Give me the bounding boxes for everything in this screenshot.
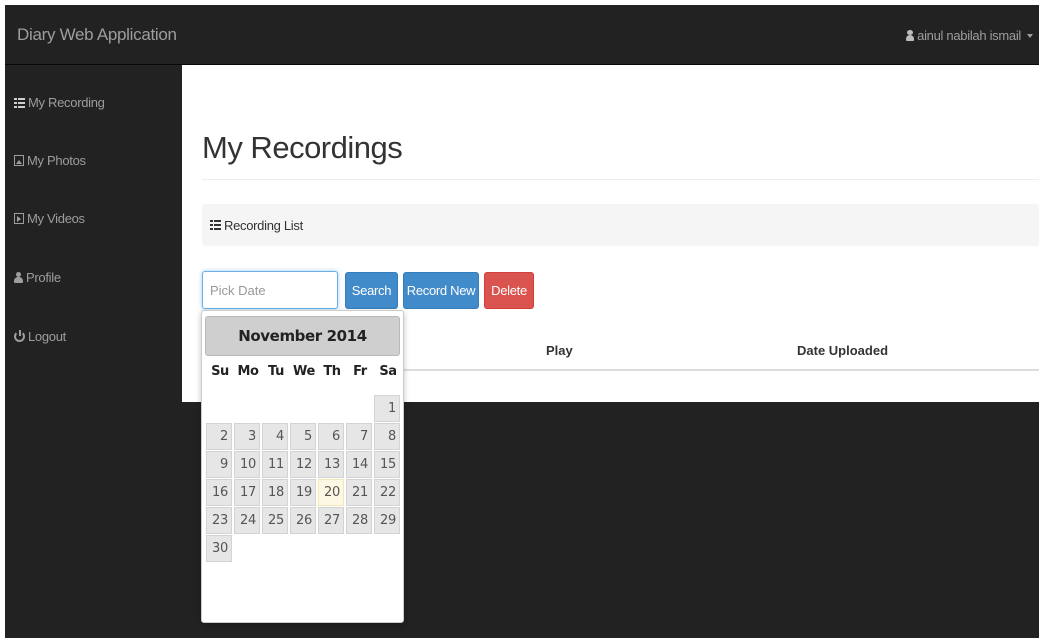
user-name: ainul nabilah ismail <box>917 28 1021 43</box>
top-navbar: Diary Web Application ainul nabilah isma… <box>5 5 1039 65</box>
film-icon <box>14 213 24 224</box>
weekday-header: Fr <box>353 364 367 379</box>
sidebar-item-label: Profile <box>26 270 61 285</box>
weekday-header: Mo <box>237 364 259 379</box>
weekday-header: We <box>293 364 315 379</box>
datepicker-day[interactable]: 3 <box>234 423 260 450</box>
weekday-header: Tu <box>268 364 284 379</box>
datepicker-day[interactable]: 12 <box>290 451 316 478</box>
datepicker-day[interactable]: 8 <box>374 423 400 450</box>
datepicker-day[interactable]: 4 <box>262 423 288 450</box>
column-header-date-uploaded[interactable]: Date Uploaded <box>797 343 888 358</box>
datepicker-day[interactable]: 21 <box>346 479 372 506</box>
list-icon <box>14 97 25 108</box>
datepicker-day[interactable]: 22 <box>374 479 400 506</box>
datepicker-day[interactable]: 16 <box>206 479 232 506</box>
divider <box>202 179 1039 180</box>
datepicker-popup: November 2014 Su Mo Tu We Th Fr Sa 1 2 3 4 5 6 7 8 9 10 1… <box>201 310 404 623</box>
datepicker-day[interactable]: 7 <box>346 423 372 450</box>
sidebar-item-label: Logout <box>28 329 66 344</box>
sidebar-item-my-recording[interactable]: My Recording <box>14 95 105 110</box>
caret-down-icon <box>1027 33 1033 38</box>
datepicker-day[interactable]: 30 <box>206 535 232 562</box>
datepicker-day[interactable]: 28 <box>346 507 372 534</box>
datepicker-day[interactable]: 14 <box>346 451 372 478</box>
weekday-header: Sa <box>379 364 397 379</box>
datepicker-day[interactable]: 6 <box>318 423 344 450</box>
search-button[interactable]: Search <box>345 272 398 309</box>
datepicker-day[interactable]: 25 <box>262 507 288 534</box>
date-picker-input[interactable] <box>202 271 338 309</box>
column-header-play[interactable]: Play <box>546 343 573 358</box>
user-menu[interactable]: ainul nabilah ismail <box>906 28 1033 43</box>
datepicker-day[interactable]: 27 <box>318 507 344 534</box>
datepicker-day[interactable]: 19 <box>290 479 316 506</box>
sidebar-item-profile[interactable]: Profile <box>14 270 61 285</box>
datepicker-day[interactable]: 24 <box>234 507 260 534</box>
sidebar: My Recording My Photos My Videos Profile… <box>5 65 182 638</box>
datepicker-day[interactable]: 26 <box>290 507 316 534</box>
breadcrumb-label: Recording List <box>224 217 303 233</box>
power-icon <box>14 330 25 342</box>
datepicker-day[interactable]: 2 <box>206 423 232 450</box>
sidebar-item-my-videos[interactable]: My Videos <box>14 211 85 226</box>
app-brand[interactable]: Diary Web Application <box>17 25 177 45</box>
sidebar-item-label: My Recording <box>28 95 105 110</box>
record-new-button[interactable]: Record New <box>403 272 479 309</box>
datepicker-day[interactable]: 1 <box>374 395 400 422</box>
sidebar-item-label: My Photos <box>27 153 86 168</box>
datepicker-day[interactable]: 13 <box>318 451 344 478</box>
weekday-header: Th <box>323 364 341 379</box>
datepicker-day[interactable]: 5 <box>290 423 316 450</box>
datepicker-day[interactable]: 29 <box>374 507 400 534</box>
breadcrumb: Recording List <box>202 204 1039 246</box>
datepicker-day[interactable]: 23 <box>206 507 232 534</box>
datepicker-month-header[interactable]: November 2014 <box>205 316 400 356</box>
datepicker-day[interactable]: 9 <box>206 451 232 478</box>
datepicker-day[interactable]: 11 <box>262 451 288 478</box>
user-icon <box>14 272 23 283</box>
datepicker-day-today[interactable]: 20 <box>318 479 344 506</box>
datepicker-day[interactable]: 18 <box>262 479 288 506</box>
sidebar-item-logout[interactable]: Logout <box>14 329 66 344</box>
datepicker-day[interactable]: 15 <box>374 451 400 478</box>
weekday-header: Su <box>211 364 229 379</box>
list-icon <box>210 220 221 230</box>
app-frame: Diary Web Application ainul nabilah isma… <box>5 5 1039 638</box>
sidebar-item-my-photos[interactable]: My Photos <box>14 153 86 168</box>
user-icon <box>906 30 915 41</box>
datepicker-day[interactable]: 10 <box>234 451 260 478</box>
page-title: My Recordings <box>202 130 403 165</box>
table-header: Play Date Uploaded <box>404 329 1039 371</box>
datepicker-day[interactable]: 17 <box>234 479 260 506</box>
delete-button[interactable]: Delete <box>484 272 534 309</box>
picture-icon <box>14 155 24 166</box>
sidebar-item-label: My Videos <box>27 211 85 226</box>
